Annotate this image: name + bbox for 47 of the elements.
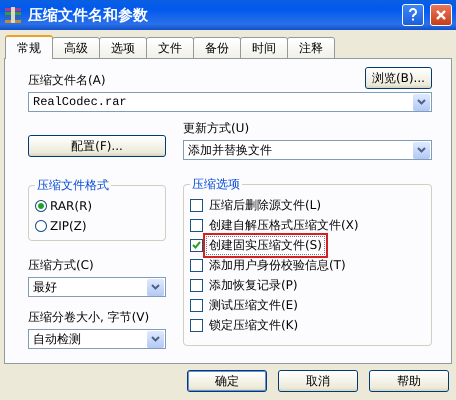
close-icon[interactable]: [430, 4, 452, 26]
chevron-down-icon: [417, 99, 426, 105]
radio-label: ZIP(Z): [50, 219, 87, 233]
tab[interactable]: 注释: [287, 37, 335, 58]
checkbox-label: 添加恢复记录(P): [208, 276, 299, 294]
radio-button[interactable]: [35, 200, 47, 212]
checkbox-label: 锁定压缩文件(K): [208, 316, 300, 334]
browse-button[interactable]: 浏览(B)...: [364, 67, 432, 89]
help-icon[interactable]: [402, 4, 424, 26]
checkbox-label: 创建自解压格式压缩文件(X): [208, 216, 360, 234]
chevron-down-icon: [151, 336, 160, 342]
chevron-down-icon: [417, 147, 426, 153]
field-label: 更新方式(U): [183, 120, 250, 137]
profiles-button[interactable]: 配置(F)...: [28, 135, 166, 157]
dropdown-field[interactable]: 自动检测: [28, 329, 166, 349]
tab[interactable]: 文件: [146, 37, 194, 58]
checkbox-label: 压缩后删除源文件(L): [208, 196, 322, 214]
dialog-button[interactable]: 取消: [278, 370, 358, 392]
dialog-button[interactable]: 确定: [187, 370, 267, 392]
checkbox[interactable]: [190, 318, 203, 332]
field-label: 压缩文件名(A): [28, 72, 106, 89]
field-label: 压缩分卷大小, 字节(V): [28, 309, 150, 326]
group-title: 压缩选项: [191, 176, 241, 193]
checkbox[interactable]: [190, 278, 203, 292]
window-title: 压缩文件名和参数: [28, 6, 149, 24]
archive-app-icon: [4, 6, 22, 24]
field-label: 压缩方式(C): [28, 257, 95, 274]
checkbox-label: 测试压缩文件(E): [208, 296, 299, 314]
checkbox[interactable]: [190, 198, 203, 212]
group-title: 压缩文件格式: [36, 177, 110, 194]
tab[interactable]: 选项: [99, 37, 147, 58]
radio-button[interactable]: [35, 220, 47, 232]
dialog-button[interactable]: 帮助: [369, 370, 449, 392]
radio-label: RAR(R): [50, 199, 92, 213]
checkbox[interactable]: [190, 298, 203, 312]
checkbox-label: 添加用户身份校验信息(T): [208, 256, 347, 274]
checkbox[interactable]: [190, 218, 203, 232]
checkbox[interactable]: [190, 258, 203, 272]
chevron-down-icon: [151, 284, 160, 290]
tab[interactable]: 时间: [240, 37, 288, 58]
dropdown-field[interactable]: 添加并替换文件: [183, 140, 432, 160]
dropdown-field[interactable]: RealCodec.rar: [28, 92, 432, 112]
tab[interactable]: 备份: [193, 37, 241, 58]
checkbox[interactable]: [190, 238, 203, 252]
dropdown-field[interactable]: 最好: [28, 277, 166, 297]
tab[interactable]: 常规: [5, 35, 53, 59]
tab[interactable]: 高级: [52, 37, 100, 58]
